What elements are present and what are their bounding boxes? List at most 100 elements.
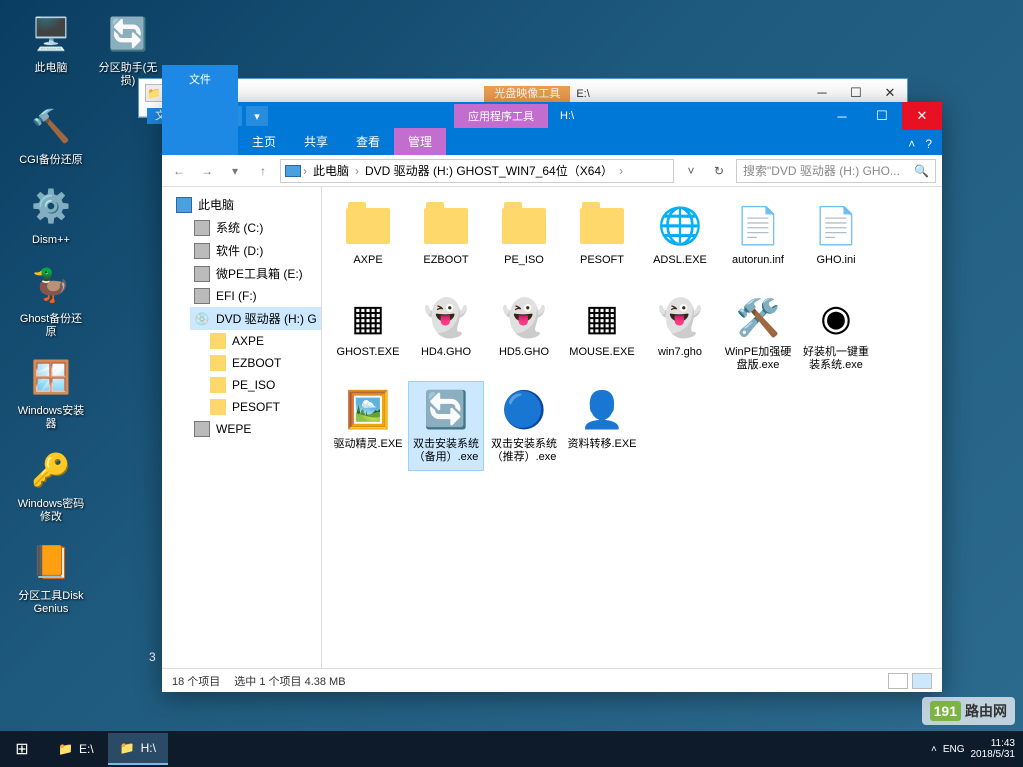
- file-item[interactable]: 🌐ADSL.EXE: [642, 197, 718, 287]
- drive-icon: [194, 421, 210, 437]
- file-item[interactable]: 👻HD4.GHO: [408, 289, 484, 379]
- file-item[interactable]: 🔵双击安装系统（推荐）.exe: [486, 381, 562, 471]
- tree-drive-wepe[interactable]: WEPE: [190, 418, 321, 440]
- gear-icon: ⚙️: [27, 182, 75, 230]
- dvd-icon: 💿: [194, 311, 210, 327]
- minimize-back[interactable]: ─: [805, 85, 839, 101]
- desktop-icon-diskgenius[interactable]: 📙分区工具DiskGenius: [15, 538, 87, 616]
- tree-drive-e[interactable]: 微PE工具箱 (E:): [190, 262, 321, 285]
- tree-folder-pesoft[interactable]: PESOFT: [206, 396, 321, 418]
- file-item[interactable]: 📄 autorun.inf: [720, 197, 796, 287]
- file-icon: 🔄: [422, 386, 470, 434]
- tray-chevron-icon[interactable]: ˄: [931, 744, 937, 755]
- file-item[interactable]: ▦MOUSE.EXE: [564, 289, 640, 379]
- tab-home[interactable]: 主页: [238, 128, 290, 155]
- up-button[interactable]: ↑: [252, 160, 274, 182]
- file-list[interactable]: AXPE EZBOOT PE_ISOPESOFT🌐ADSL.EXE 📄 autorun.…: [322, 187, 942, 668]
- search-icon: 🔍: [914, 164, 929, 178]
- file-item[interactable]: EZBOOT: [408, 197, 484, 287]
- desktop-icon-wininstall[interactable]: 🪟Windows安装器: [15, 353, 87, 431]
- folder-icon: [422, 202, 470, 250]
- file-item[interactable]: 🔄双击安装系统（备用）.exe: [408, 381, 484, 471]
- system-tray[interactable]: ˄ ENG 11:432018/5/31: [931, 738, 1023, 760]
- ime-indicator[interactable]: ENG: [943, 744, 965, 755]
- file-item[interactable]: 👻HD5.GHO: [486, 289, 562, 379]
- tree-folder-axpe[interactable]: AXPE: [206, 330, 321, 352]
- crumb-drive[interactable]: DVD 驱动器 (H:) GHOST_WIN7_64位（X64）: [361, 162, 617, 179]
- file-icon: 📄: [734, 202, 782, 250]
- file-label: WinPE加强硬盘版.exe: [723, 346, 793, 371]
- tree-this-pc[interactable]: 此电脑: [162, 193, 321, 216]
- tree-drive-d[interactable]: 软件 (D:): [190, 239, 321, 262]
- tab-share[interactable]: 共享: [290, 128, 342, 155]
- file-icon: 👻: [422, 294, 470, 342]
- search-input[interactable]: 搜索"DVD 驱动器 (H:) GHO...🔍: [736, 159, 936, 183]
- status-bar: 18 个项目 选中 1 个项目 4.38 MB: [162, 668, 942, 692]
- file-item[interactable]: 📄GHO.ini: [798, 197, 874, 287]
- clock[interactable]: 11:432018/5/31: [971, 738, 1016, 760]
- help-icon[interactable]: ?: [925, 137, 932, 151]
- file-icon: 🌐: [656, 202, 704, 250]
- addr-dropdown-icon[interactable]: ˅: [680, 160, 702, 182]
- folder-icon[interactable]: 📁: [145, 84, 163, 102]
- ribbon: 文件 主页 共享 查看 管理 ˄?: [162, 130, 942, 155]
- desktop-icon-ghost[interactable]: 🦆Ghost备份还原: [15, 261, 87, 339]
- close-button[interactable]: ✕: [902, 102, 942, 130]
- tab-file[interactable]: 文件: [162, 65, 238, 155]
- file-item[interactable]: 👤资料转移.EXE: [564, 381, 640, 471]
- nav-tree: 此电脑 系统 (C:) 软件 (D:) 微PE工具箱 (E:) EFI (F:)…: [162, 187, 322, 668]
- file-label: autorun.inf: [723, 254, 793, 267]
- tree-drive-c[interactable]: 系统 (C:): [190, 216, 321, 239]
- file-item[interactable]: 🖼️驱动精灵.EXE: [330, 381, 406, 471]
- window-title: H:\: [560, 110, 574, 122]
- desktop-icon-dism[interactable]: ⚙️Dism++: [15, 182, 87, 247]
- view-icons-button[interactable]: [912, 673, 932, 689]
- status-selection: 选中 1 个项目 4.38 MB: [234, 673, 345, 689]
- desktop-icon-partition[interactable]: 🔄分区助手(无损): [92, 10, 164, 88]
- qat-dropdown-icon[interactable]: ▾: [246, 106, 268, 126]
- crumb-pc[interactable]: 此电脑: [309, 162, 353, 179]
- forward-button[interactable]: →: [196, 160, 218, 182]
- file-item[interactable]: AXPE: [330, 197, 406, 287]
- file-item[interactable]: 👻win7.gho: [642, 289, 718, 379]
- folder-icon: [500, 202, 548, 250]
- file-label: GHOST.EXE: [333, 346, 403, 359]
- tree-folder-peiso[interactable]: PE_ISO: [206, 374, 321, 396]
- maximize-back[interactable]: ☐: [839, 85, 873, 101]
- duck-icon: 🦆: [27, 261, 75, 309]
- file-item[interactable]: ◉好装机一键重装系统.exe: [798, 289, 874, 379]
- maximize-button[interactable]: ☐: [862, 102, 902, 130]
- desktop-icon-this-pc[interactable]: 🖥️此电脑: [15, 10, 87, 88]
- minimize-button[interactable]: ─: [822, 102, 862, 130]
- file-icon: ◉: [812, 294, 860, 342]
- view-details-button[interactable]: [888, 673, 908, 689]
- file-icon: 🔵: [500, 386, 548, 434]
- close-back[interactable]: ✕: [873, 85, 907, 101]
- file-item[interactable]: ▦GHOST.EXE: [330, 289, 406, 379]
- back-button[interactable]: ←: [168, 160, 190, 182]
- breadcrumb[interactable]: › 此电脑 › DVD 驱动器 (H:) GHOST_WIN7_64位（X64）…: [280, 159, 674, 183]
- desktop-icon-cgi[interactable]: 🔨CGI备份还原: [15, 102, 87, 167]
- refresh-button[interactable]: ↻: [708, 160, 730, 182]
- file-item[interactable]: PE_ISO: [486, 197, 562, 287]
- tree-folder-ezboot[interactable]: EZBOOT: [206, 352, 321, 374]
- folder-icon: [210, 333, 226, 349]
- address-bar-row: ← → ▾ ↑ › 此电脑 › DVD 驱动器 (H:) GHOST_WIN7_…: [162, 155, 942, 187]
- taskbar-item-e[interactable]: 📁E:\: [46, 733, 106, 765]
- titlebar[interactable]: 📁 ▭ ▭ ▾ 应用程序工具 H:\ ─ ☐ ✕: [162, 102, 942, 130]
- tree-drive-f[interactable]: EFI (F:): [190, 285, 321, 307]
- file-label: EZBOOT: [411, 254, 481, 267]
- file-item[interactable]: PESOFT: [564, 197, 640, 287]
- folder-icon: 📁: [58, 742, 73, 756]
- recent-dropdown[interactable]: ▾: [224, 160, 246, 182]
- file-icon: 👻: [656, 294, 704, 342]
- start-button[interactable]: ⊞: [0, 731, 44, 767]
- file-icon: 👻: [500, 294, 548, 342]
- tree-drive-h[interactable]: 💿DVD 驱动器 (H:) G: [190, 307, 321, 330]
- tab-manage[interactable]: 管理: [394, 128, 446, 155]
- desktop-icon-password[interactable]: 🔑Windows密码修改: [15, 446, 87, 524]
- file-item[interactable]: 🛠️WinPE加强硬盘版.exe: [720, 289, 796, 379]
- tab-view[interactable]: 查看: [342, 128, 394, 155]
- ribbon-collapse-icon[interactable]: ˄: [908, 137, 915, 151]
- taskbar-item-h[interactable]: 📁H:\: [108, 733, 168, 765]
